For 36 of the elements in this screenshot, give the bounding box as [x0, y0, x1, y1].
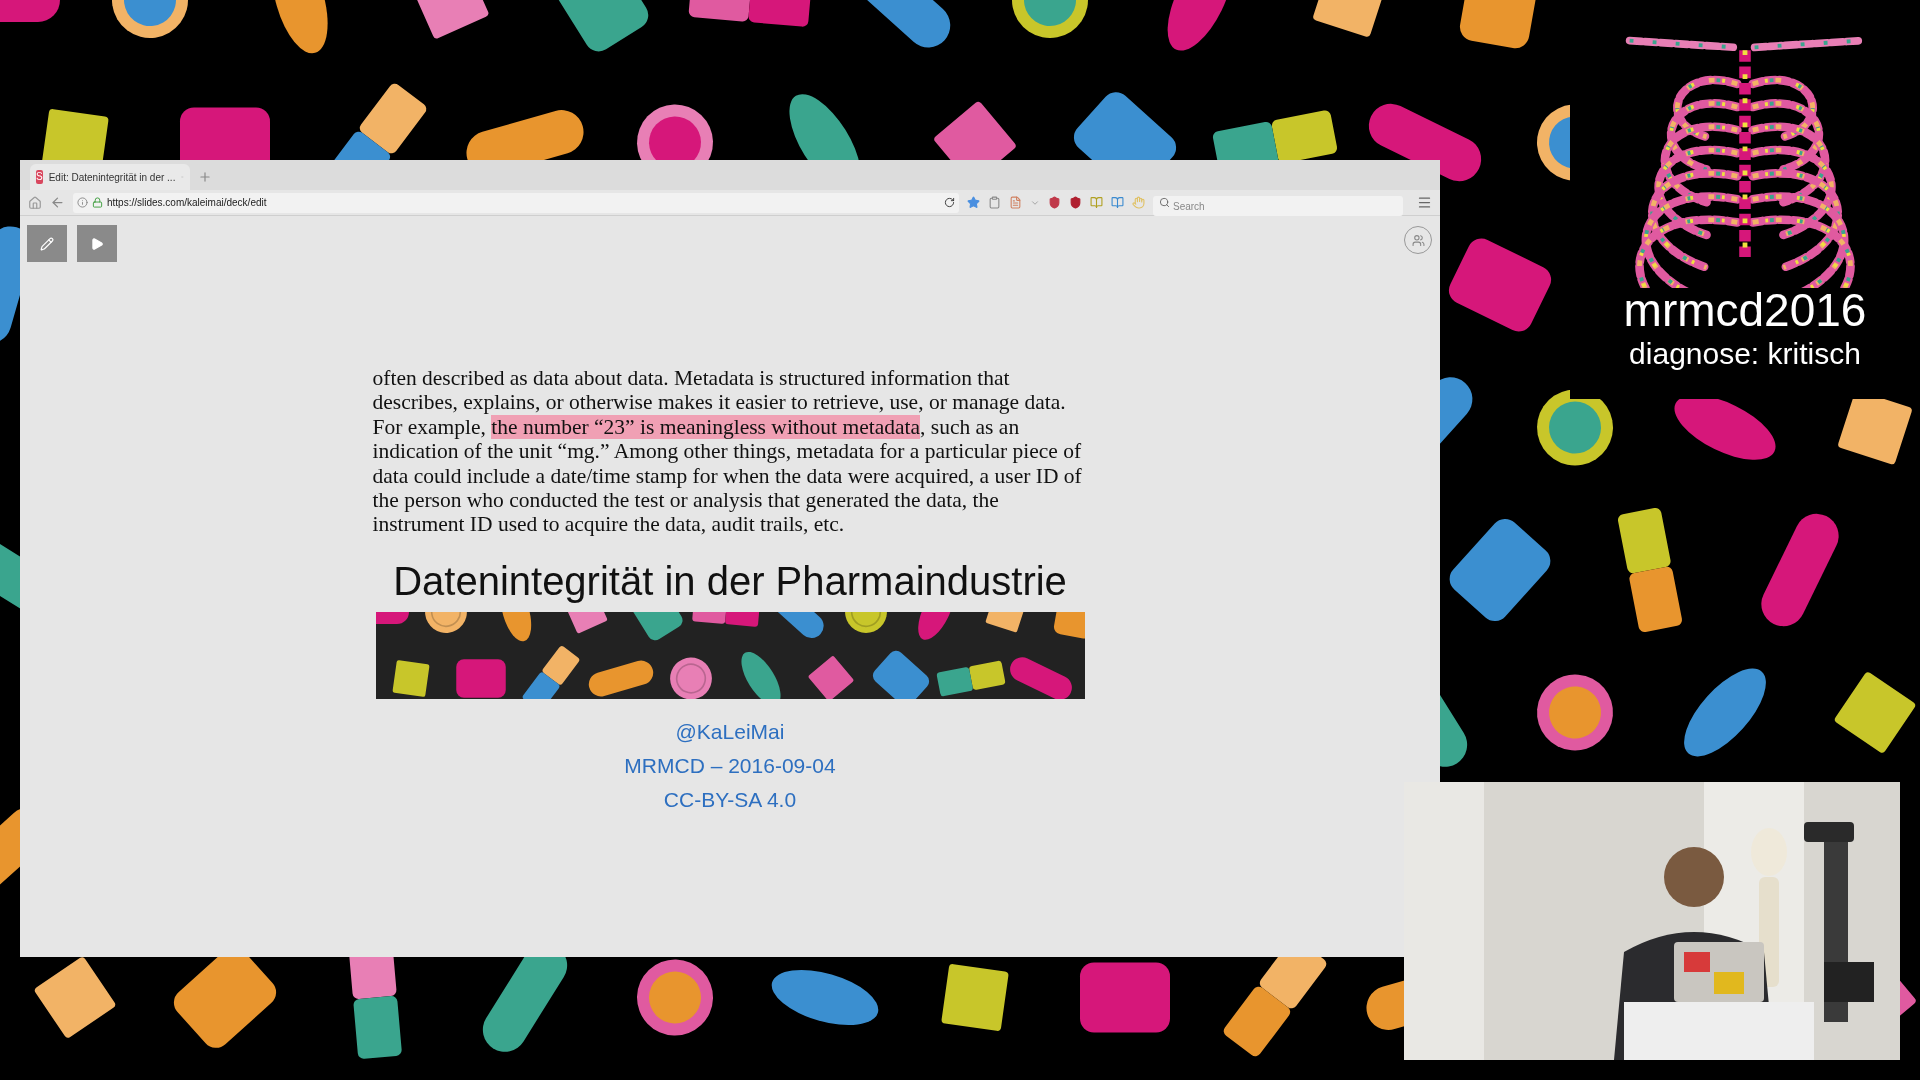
document-icon[interactable]	[1009, 196, 1022, 209]
url-text: https://slides.com/kaleimai/deck/edit	[107, 196, 268, 210]
edit-button[interactable]	[27, 225, 67, 262]
clipboard-icon[interactable]	[988, 196, 1001, 209]
home-icon[interactable]	[28, 195, 42, 210]
menu-icon[interactable]	[1417, 195, 1432, 210]
play-icon	[90, 236, 104, 251]
pencil-icon	[40, 236, 54, 251]
slide-link[interactable]: @KaLeiMai	[675, 714, 785, 749]
present-button[interactable]	[77, 225, 117, 262]
star-icon[interactable]	[967, 196, 980, 209]
info-icon[interactable]	[77, 197, 88, 208]
reload-icon[interactable]	[944, 197, 955, 208]
search-icon	[1159, 196, 1170, 208]
url-bar[interactable]: https://slides.com/kaleimai/deck/edit	[73, 192, 959, 213]
slide-link[interactable]: CC-BY-SA 4.0	[663, 782, 797, 817]
slide-title: Datenintegrität in der Pharmaindustrie	[393, 557, 1067, 605]
hand-icon[interactable]	[1132, 196, 1145, 209]
browser-tab[interactable]: S Edit: Datenintegrität in der ...	[30, 164, 190, 190]
lock-icon	[92, 197, 103, 208]
book-icon[interactable]	[1111, 196, 1124, 209]
event-tagline: diagnose: kritisch	[1629, 336, 1861, 372]
tab-title: Edit: Datenintegrität in der ...	[48, 170, 176, 185]
pill-shape	[0, 0, 60, 22]
users-icon	[1411, 233, 1425, 247]
shield-icon[interactable]	[1048, 196, 1061, 209]
shield-icon[interactable]	[1069, 196, 1082, 209]
slide-paragraph: often described as data about data. Metadata is structured information that describes, explains, or otherwise makes it easier to retrieve, use, or manage data. For example, the number “23” is meaningless without metadata, such as an indication of the unit “mg.” Among other things, metadata for a particular piece of data could include a date/time stamp for when the data were acquired, a user ID of the person who conducted the test or analysis that generated the data, the instrument ID used to acquire the data, audit trails, etc.	[372, 366, 1083, 537]
new-tab-icon[interactable]	[198, 170, 212, 184]
search-field[interactable]: Search	[1153, 196, 1403, 216]
favicon-icon: S	[36, 170, 43, 184]
slide-link[interactable]: MRMCD – 2016-09-04	[624, 748, 836, 783]
pill-shape	[272, 0, 328, 54]
back-icon[interactable]	[50, 195, 65, 210]
book-icon[interactable]	[1090, 196, 1103, 209]
event-name: mrmcd2016	[1623, 284, 1867, 336]
